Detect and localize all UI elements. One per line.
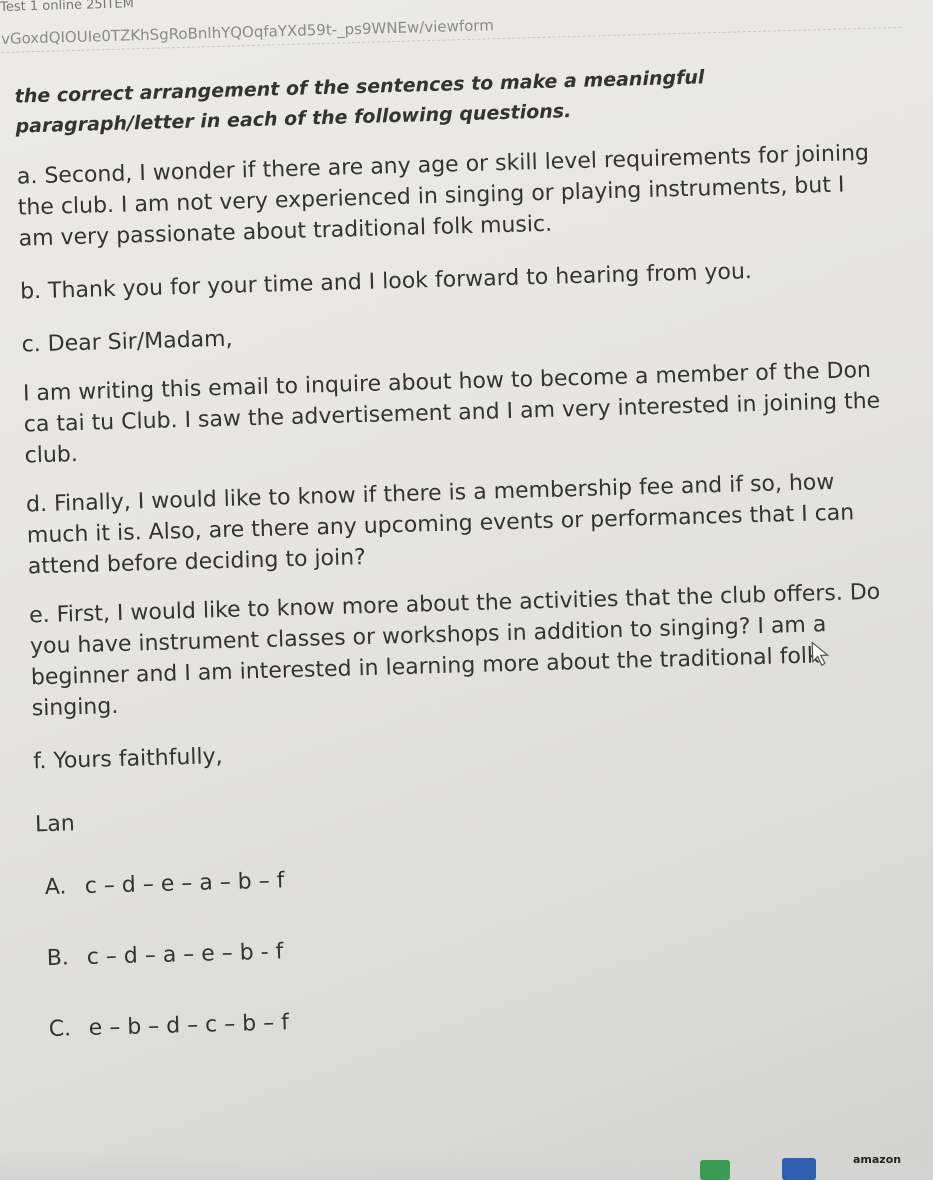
- option-a[interactable]: A. c – d – e – a – b – f: [44, 848, 897, 903]
- taskbar-amazon-label[interactable]: amazon: [853, 1153, 901, 1166]
- option-c[interactable]: C. e – b – d – c – b – f: [48, 990, 901, 1045]
- question-instruction: the correct arrangement of the sentences…: [14, 58, 875, 142]
- sentence-f: f. Yours faithfully,: [32, 744, 223, 775]
- option-a-value: c – d – e – a – b – f: [84, 868, 285, 899]
- taskbar-store-icon[interactable]: [782, 1158, 816, 1180]
- address-bar[interactable]: vGoxdQIOUIe0TZKhSgRoBnlhYQOqfaYXd59t-_ps…: [0, 4, 902, 53]
- answer-options: A. c – d – e – a – b – f B. c – d – a – …: [36, 848, 900, 1045]
- signature-name: Lan: [34, 811, 76, 838]
- option-a-key: A.: [44, 874, 67, 901]
- option-c-value: e – b – d – c – b – f: [88, 1010, 290, 1041]
- sentence-a: a. Second, I wonder if there are any age…: [16, 140, 870, 252]
- mouse-pointer-icon: [811, 641, 830, 667]
- sentence-e: e. First, I would like to know more abou…: [28, 579, 881, 722]
- sentence-c-greeting: c. Dear Sir/Madam,: [21, 326, 233, 358]
- option-c-key: C.: [48, 1016, 72, 1043]
- form-question: the correct arrangement of the sentences…: [14, 58, 902, 1086]
- option-b-value: c – d – a – e – b - f: [86, 939, 284, 970]
- taskbar-app-icon[interactable]: [700, 1160, 730, 1180]
- browser-tab-title[interactable]: Test 1 online 25ITEM: [0, 0, 134, 15]
- browser-screen: Test 1 online 25ITEM vGoxdQIOUIe0TZKhSgR…: [0, 0, 933, 1180]
- sentence-d: d. Finally, I would like to know if ther…: [25, 469, 855, 580]
- option-b-key: B.: [46, 945, 70, 972]
- option-b[interactable]: B. c – d – a – e – b - f: [46, 919, 899, 974]
- sentence-c-body: I am writing this email to inquire about…: [22, 357, 881, 469]
- sentence-b: b. Thank you for your time and I look fo…: [19, 259, 753, 305]
